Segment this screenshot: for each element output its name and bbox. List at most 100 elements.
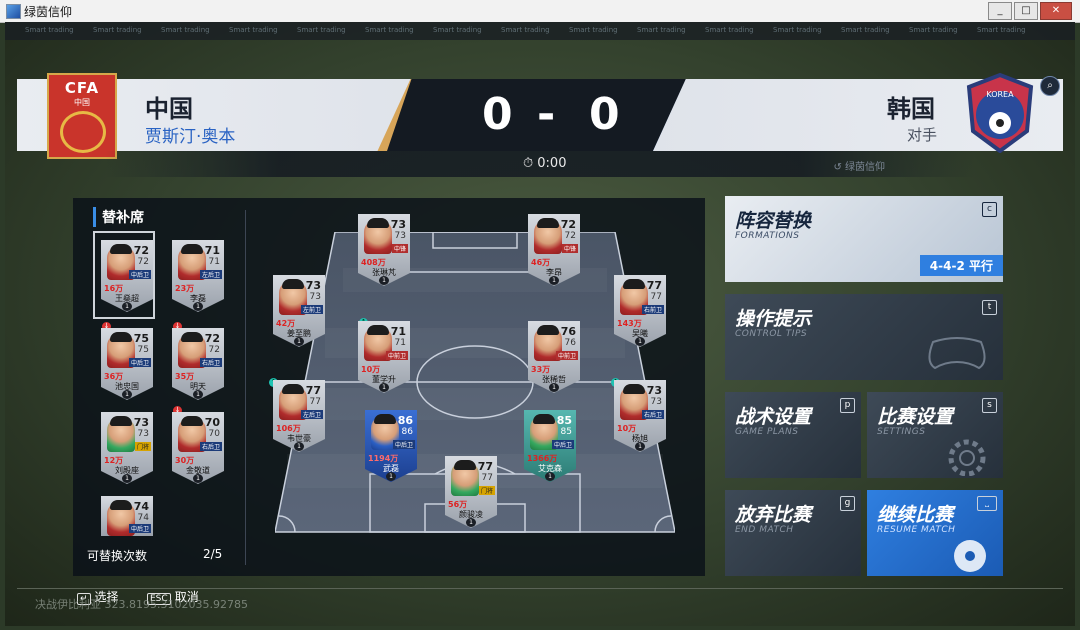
player-hair <box>367 325 389 335</box>
ad-text: Smart trading <box>841 26 890 34</box>
formations-en-label: FORMATIONS <box>735 231 800 241</box>
player-number: 1 <box>122 390 132 399</box>
player-number: 1 <box>193 474 203 483</box>
panel-divider <box>245 210 246 565</box>
bench-player-card[interactable]: 75 75 中后卫 36万 池忠国 1 <box>101 328 153 400</box>
game-plans-en-label: GAME PLANS <box>735 427 799 437</box>
player-hair <box>110 332 132 342</box>
bench-player-card[interactable]: 73 73 门将 12万 刘殿座 1 <box>101 412 153 484</box>
lineup-player-card[interactable]: 76 76 中前卫 33万 张稀哲 1 <box>528 321 580 393</box>
ad-text: Smart trading <box>909 26 958 34</box>
player-rating: 86 <box>397 414 413 427</box>
player-number: 1 <box>549 383 559 392</box>
player-rating: 73 <box>133 416 149 429</box>
lineup-player-card[interactable]: 86 86 中后卫 1194万 武磊 1 <box>365 410 417 482</box>
debug-coordinates: 决战伊比利亚 323.8195.3102035.92785 <box>35 598 248 611</box>
lineup-player-card[interactable]: 71 71 中前卫 10万 董学升 1 <box>358 321 410 393</box>
lineup-player-card[interactable]: 77 77 门将 56万 颜骏凌 1 <box>445 456 497 528</box>
ad-text: Smart trading <box>705 26 754 34</box>
bench-player-card[interactable]: 72 72 中后卫 16万 王燊超 1 <box>101 240 153 312</box>
player-hair <box>110 416 132 426</box>
settings-button[interactable]: 比赛设置 SETTINGS s <box>867 392 1003 478</box>
player-hair <box>282 279 304 289</box>
app-icon <box>6 4 21 19</box>
player-hair <box>181 332 203 342</box>
lineup-player-card[interactable]: 73 73 左前卫 42万 姜至鹏 1 <box>273 275 325 347</box>
lineup-player-card[interactable]: 73 73 中锋 408万 张琳芃 1 <box>358 214 410 286</box>
player-potential: 73 <box>309 292 321 302</box>
resume-match-label: 继续比赛 <box>877 504 954 526</box>
bench-player-card[interactable]: 72 72 右后卫 35万 明天 1 <box>172 328 224 400</box>
player-potential: 74 <box>137 513 149 523</box>
lineup-player-card[interactable]: 77 77 左后卫 106万 韦世豪 1 <box>273 380 325 452</box>
player-number: 1 <box>635 337 645 346</box>
ad-text: Smart trading <box>229 26 278 34</box>
football-icon <box>954 540 986 572</box>
stopwatch-icon: ⏱ <box>523 156 534 171</box>
bench-player-card[interactable]: 70 70 右后卫 30万 金敬道 1 <box>172 412 224 484</box>
scoreboard: CFA 中国 中国 贾斯汀·奥本 0 - 0 韩国 对手 KOREA ⌕ <box>17 73 1063 159</box>
player-rating: 72 <box>560 218 576 231</box>
player-hair <box>537 218 559 228</box>
player-position: 中锋 <box>561 244 578 253</box>
maximize-button[interactable]: □ <box>1014 2 1038 20</box>
lineup-player-card[interactable]: 77 77 右前卫 143万 吴曦 1 <box>614 275 666 347</box>
player-number: 1 <box>122 302 132 311</box>
game-plans-hotkey: p <box>840 398 855 413</box>
game-plans-label: 战术设置 <box>735 406 812 428</box>
player-potential: 73 <box>394 231 406 241</box>
gear-icon <box>948 439 986 476</box>
resume-match-button[interactable]: 继续比赛 RESUME MATCH ⎵ <box>867 490 1003 576</box>
search-icon[interactable]: ⌕ <box>1040 76 1060 96</box>
player-position: 门将 <box>134 442 151 451</box>
home-score: 0 <box>482 89 513 140</box>
formations-hotkey: c <box>982 202 997 217</box>
ad-text: Smart trading <box>25 26 74 34</box>
end-match-hotkey: g <box>840 496 855 511</box>
cfa-badge-icon: CFA 中国 <box>47 73 117 159</box>
player-potential: 76 <box>564 338 576 348</box>
player-potential: 71 <box>208 257 220 267</box>
player-rating: 77 <box>646 279 662 292</box>
match-time: 0:00 <box>537 156 567 171</box>
minimize-button[interactable]: _ <box>988 2 1012 20</box>
replay-text: 绿茵信仰 <box>845 162 885 173</box>
player-rating: 71 <box>204 244 220 257</box>
game-plans-button[interactable]: 战术设置 GAME PLANS p <box>725 392 861 478</box>
replay-label: ↺ 绿茵信仰 <box>833 162 885 173</box>
end-match-button[interactable]: 放弃比赛 END MATCH g <box>725 490 861 576</box>
player-potential: 75 <box>137 345 149 355</box>
player-position: 中后卫 <box>392 440 415 449</box>
player-rating: 77 <box>477 460 493 473</box>
player-position: 中前卫 <box>555 351 578 360</box>
lineup-player-card[interactable]: 85 85 中后卫 1366万 艾克森 1 <box>524 410 576 482</box>
player-number: 1 <box>294 337 304 346</box>
ad-text: Smart trading <box>773 26 822 34</box>
lineup-player-card[interactable]: 72 72 中锋 46万 李昂 1 <box>528 214 580 286</box>
player-hair <box>367 218 389 228</box>
player-hair <box>537 325 559 335</box>
bench-player-card[interactable]: 71 71 左后卫 23万 李磊 1 <box>172 240 224 312</box>
control-tips-button[interactable]: 操作提示 CONTROL TIPS t <box>725 294 1003 380</box>
bench-player-card[interactable]: 74 74 中后卫 <box>101 496 153 536</box>
lineup-player-card[interactable]: 73 73 右后卫 10万 杨旭 1 <box>614 380 666 452</box>
player-position: 中锋 <box>391 244 408 253</box>
player-rating: 73 <box>390 218 406 231</box>
player-rating: 72 <box>204 332 220 345</box>
close-button[interactable]: ✕ <box>1040 2 1072 20</box>
player-rating: 72 <box>133 244 149 257</box>
player-potential: 72 <box>137 257 149 267</box>
player-rating: 85 <box>556 414 572 427</box>
ad-text: Smart trading <box>977 26 1026 34</box>
ad-text: Smart trading <box>433 26 482 34</box>
player-number: 1 <box>635 442 645 451</box>
player-number: 1 <box>549 276 559 285</box>
ad-text: Smart trading <box>569 26 618 34</box>
dragon-emblem-icon <box>60 111 106 153</box>
player-position: 中后卫 <box>551 440 574 449</box>
bench-title: 替补席 <box>93 207 144 227</box>
player-rating: 74 <box>133 500 149 513</box>
player-potential: 85 <box>560 427 572 437</box>
away-team-name: 韩国 <box>887 95 935 123</box>
formations-button[interactable]: 阵容替换 FORMATIONS c 4-4-2 平行 <box>725 196 1003 282</box>
